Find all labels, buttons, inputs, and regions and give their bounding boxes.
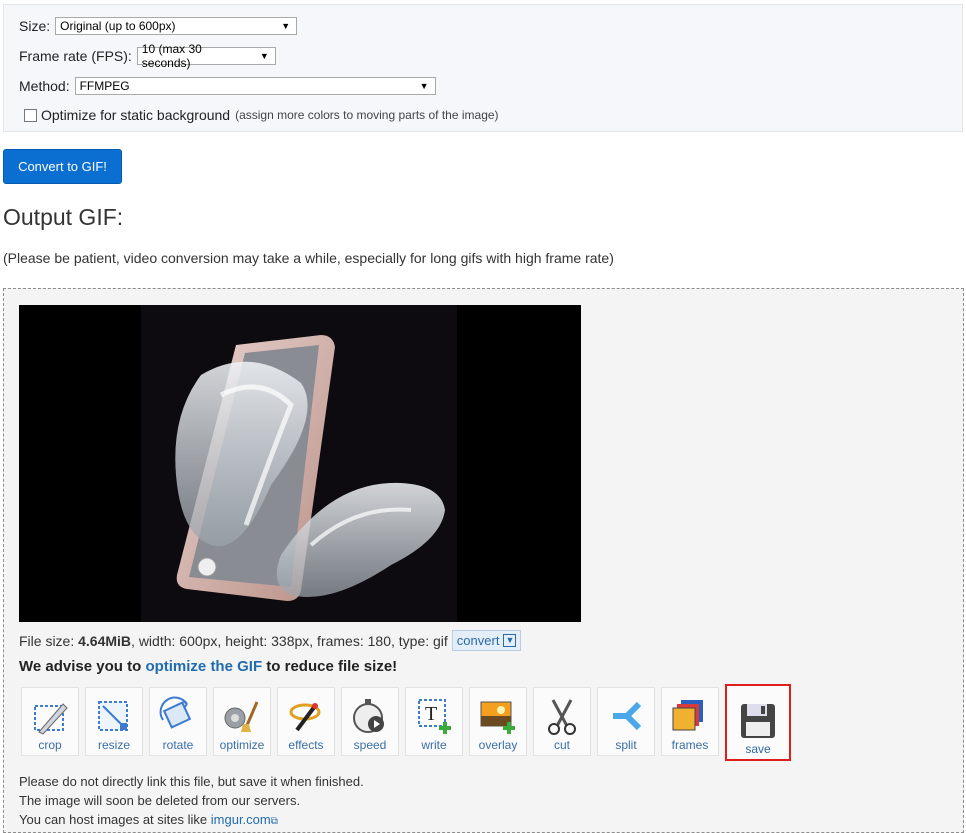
download-icon: ▼ [503,634,517,647]
rotate-icon [159,696,192,729]
optimize-row: Optimize for static background (assign m… [24,107,499,123]
patience-note: (Please be patient, video conversion may… [3,250,614,266]
image-overlay-icon [480,701,515,734]
file-info: File size: 4.64MiB, width: 600px, height… [19,630,522,651]
split-arrows-icon [613,701,642,731]
write-tool-button[interactable]: T write [405,687,463,756]
text-icon: T [418,699,451,734]
crop-icon [34,703,68,735]
broom-icon [224,701,259,732]
footer-notes: Please do not directly link this file, b… [19,774,364,827]
external-link-icon: ⧉ [270,816,278,827]
magic-wand-icon [289,703,321,732]
output-box: File size: 4.64MiB, width: 600px, height… [3,288,964,833]
frames-tool-button[interactable]: frames [661,687,719,756]
speed-tool-button[interactable]: speed [341,687,399,756]
chevron-down-icon: ▼ [259,51,269,61]
size-select[interactable]: Original (up to 600px) ▼ [55,17,298,35]
resize-tool-button[interactable]: resize [85,687,143,756]
output-title: Output GIF: [3,204,124,230]
optimize-tool-button[interactable]: optimize [213,687,271,756]
save-tool-button[interactable]: save [725,684,791,761]
options-panel: Size: Original (up to 600px) ▼ Frame rate… [3,4,963,132]
fps-select[interactable]: 10 (max 30 seconds) ▼ [136,42,276,70]
output-gif-image [19,305,581,622]
split-tool-button[interactable]: split [597,687,655,756]
svg-text:T: T [425,703,437,725]
crop-tool-button[interactable]: crop [21,687,79,756]
effects-tool-button[interactable]: effects [277,687,335,756]
stopwatch-icon [353,699,384,733]
resize-icon [98,701,128,731]
file-size-value: 4.64MiB [78,632,132,649]
optimize-gif-link[interactable]: optimize the GIF [145,658,262,675]
chevron-down-icon: ▼ [419,81,429,91]
floppy-disk-icon [741,704,775,738]
chevron-down-icon: ▼ [281,21,291,31]
size-label: Size: [19,18,51,34]
optimize-hint: (assign more colors to moving parts of t… [235,108,499,122]
method-select[interactable]: FFMPEG ▼ [74,77,436,95]
size-row: Size: Original (up to 600px) ▼ [19,17,298,35]
method-label: Method: [19,78,70,94]
optimize-label[interactable]: Optimize for static background [41,107,230,123]
method-row: Method: FFMPEG ▼ [19,77,436,95]
fps-row: Frame rate (FPS): 10 (max 30 seconds) ▼ [19,42,276,70]
advise-message: We advise you to optimize the GIF to red… [19,658,398,675]
edit-toolbar: crop resize rotate optimize effects spee… [21,684,797,761]
convert-dropdown-button[interactable]: convert ▼ [451,630,522,651]
rotate-tool-button[interactable]: rotate [149,687,207,756]
optimize-checkbox[interactable] [24,108,37,122]
cut-tool-button[interactable]: cut [533,687,591,756]
convert-to-gif-button[interactable]: Convert to GIF! [3,149,122,184]
overlay-tool-button[interactable]: overlay [469,687,527,756]
fps-label: Frame rate (FPS): [19,48,132,64]
scissors-icon [548,699,576,735]
frames-icon [672,700,703,731]
gif-preview-graphic [175,335,445,601]
